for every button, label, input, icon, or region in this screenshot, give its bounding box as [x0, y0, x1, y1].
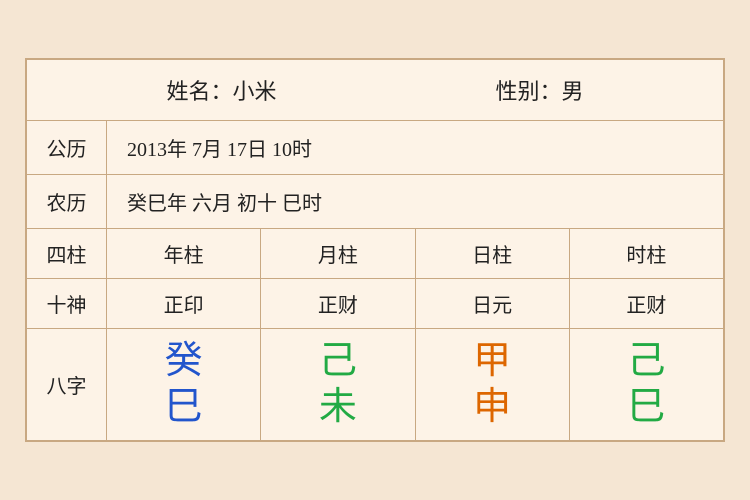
bazi-year: 癸 巳 [107, 329, 261, 440]
bazi-year-bottom: 巳 [165, 385, 203, 431]
bazi-label: 八字 [27, 329, 107, 440]
sizhu-label: 四柱 [27, 229, 107, 278]
bazi-month-top: 己 [319, 339, 357, 385]
solar-label: 公历 [27, 121, 107, 174]
bazi-hour: 己 巳 [570, 329, 723, 440]
bazi-row: 八字 癸 巳 己 未 甲 申 己 巳 [27, 329, 723, 440]
shishen-hour: 正财 [570, 279, 723, 328]
name-label: 姓名：小米 [166, 74, 276, 106]
bazi-hour-bottom: 巳 [627, 385, 665, 431]
lunar-value: 癸巳年 六月 初十 巳时 [107, 175, 723, 228]
shishen-year: 正印 [107, 279, 261, 328]
shishen-day: 日元 [416, 279, 570, 328]
bazi-hour-top: 己 [627, 339, 665, 385]
solar-value: 2013年 7月 17日 10时 [107, 121, 723, 174]
shishen-row: 十神 正印 正财 日元 正财 [27, 279, 723, 329]
sizhu-header-row: 四柱 年柱 月柱 日柱 时柱 [27, 229, 723, 279]
header-row: 姓名：小米 性别：男 [27, 60, 723, 121]
col-header-hour: 时柱 [570, 229, 723, 278]
col-header-year: 年柱 [107, 229, 261, 278]
main-container: 姓名：小米 性别：男 公历 2013年 7月 17日 10时 农历 癸巳年 六月… [25, 58, 725, 442]
col-header-day: 日柱 [416, 229, 570, 278]
solar-row: 公历 2013年 7月 17日 10时 [27, 121, 723, 175]
bazi-day-bottom: 申 [473, 385, 511, 431]
lunar-label: 农历 [27, 175, 107, 228]
gender-label: 性别：男 [495, 74, 583, 106]
bazi-month-bottom: 未 [319, 385, 357, 431]
bazi-day: 甲 申 [416, 329, 570, 440]
shishen-label: 十神 [27, 279, 107, 328]
bazi-month: 己 未 [261, 329, 415, 440]
lunar-row: 农历 癸巳年 六月 初十 巳时 [27, 175, 723, 229]
shishen-month: 正财 [261, 279, 415, 328]
col-header-month: 月柱 [261, 229, 415, 278]
bazi-day-top: 甲 [473, 339, 511, 385]
bazi-year-top: 癸 [165, 339, 203, 385]
